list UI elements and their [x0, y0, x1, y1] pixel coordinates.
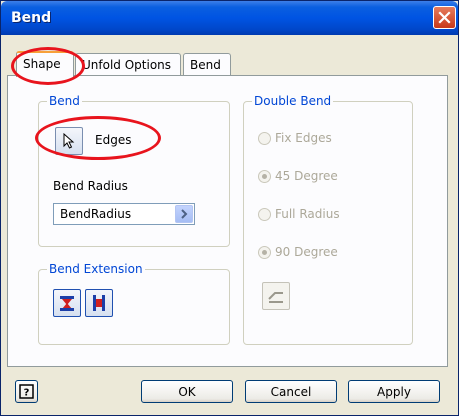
close-button[interactable]	[433, 6, 456, 29]
ok-button[interactable]: OK	[141, 380, 233, 403]
radio-dot	[258, 169, 271, 183]
cancel-button[interactable]: Cancel	[245, 380, 337, 403]
bend-group: Bend Edges Bend Radius BendRadius	[38, 94, 230, 247]
tab-shape[interactable]: Shape	[16, 51, 74, 77]
bend-radius-field[interactable]: BendRadius	[53, 203, 195, 225]
bend-group-label: Bend	[47, 94, 82, 108]
bend-extension-aligned-button[interactable]	[53, 289, 81, 317]
tab-panel-shape: Bend Edges Bend Radius BendRadius Bend E…	[7, 75, 448, 367]
window-title: Bend	[11, 10, 52, 26]
bend-extension-group: Bend Extension	[38, 262, 230, 345]
bend-extension-group-label: Bend Extension	[47, 262, 145, 276]
bend-radius-label: Bend Radius	[53, 179, 128, 193]
radio-dot	[258, 131, 271, 145]
bend-radius-value: BendRadius	[60, 207, 132, 221]
fix-edges-label: Fix Edges	[275, 131, 332, 145]
tab-unfold-options[interactable]: Unfold Options	[75, 53, 181, 77]
bend-extension-perpendicular-button[interactable]	[85, 289, 113, 317]
full-radius-radio[interactable]: Full Radius	[258, 207, 340, 221]
cancel-label: Cancel	[270, 384, 312, 399]
tab-bend[interactable]: Bend	[183, 53, 231, 77]
flip-direction-button[interactable]	[262, 282, 290, 310]
double-bend-group: Double Bend Fix Edges 45 Degree Full Rad…	[243, 94, 413, 345]
double-bend-group-label: Double Bend	[252, 94, 334, 108]
help-icon: ?	[19, 384, 34, 399]
bend-radius-expand-button[interactable]	[175, 205, 193, 223]
chevron-right-icon	[181, 209, 188, 219]
apply-button[interactable]: Apply	[348, 380, 440, 403]
close-icon	[438, 11, 451, 24]
help-button[interactable]: ?	[15, 380, 38, 403]
edges-select-button[interactable]	[55, 127, 83, 155]
bend-dialog: Bend Shape Unfold Options Bend Bend Edge…	[0, 0, 459, 416]
45-degree-label: 45 Degree	[275, 169, 338, 183]
radio-dot	[258, 245, 271, 259]
90-degree-radio[interactable]: 90 Degree	[258, 245, 338, 259]
45-degree-radio[interactable]: 45 Degree	[258, 169, 338, 183]
apply-label: Apply	[377, 384, 411, 399]
cursor-arrow-icon	[63, 133, 75, 149]
bend-extension-aligned-icon	[60, 296, 74, 311]
title-bar[interactable]: Bend	[1, 1, 458, 35]
edges-label: Edges	[95, 133, 132, 147]
tab-label: Unfold Options	[82, 58, 172, 72]
ok-label: OK	[178, 384, 196, 399]
tab-label: Bend	[190, 58, 221, 72]
90-degree-label: 90 Degree	[275, 245, 338, 259]
radio-dot	[258, 207, 271, 221]
svg-text:?: ?	[24, 388, 30, 399]
fix-edges-radio[interactable]: Fix Edges	[258, 131, 332, 145]
tab-label: Shape	[23, 57, 61, 71]
full-radius-label: Full Radius	[275, 207, 340, 221]
flip-direction-icon	[268, 292, 283, 303]
bend-extension-perpendicular-icon	[93, 295, 105, 311]
